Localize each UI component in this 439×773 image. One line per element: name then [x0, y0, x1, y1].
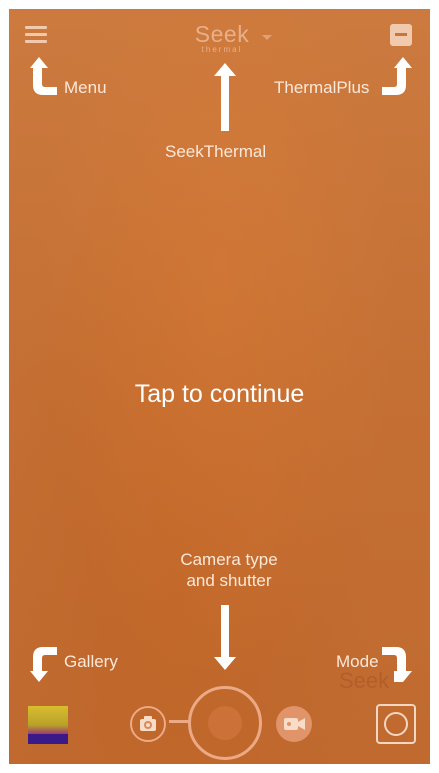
mode-hint-arrow [382, 647, 412, 682]
photo-mode-button[interactable] [130, 706, 166, 742]
camera-type-hint-line2: and shutter [186, 571, 272, 590]
gallery-hint-label: Gallery [64, 652, 118, 671]
menu-hint-label: Menu [64, 78, 107, 97]
camera-type-hint-label: Camera type and shutter [129, 549, 329, 591]
camera-type-hint-line1: Camera type [180, 550, 278, 569]
shutter-connector [169, 720, 189, 723]
mode-hint-label: Mode [336, 652, 379, 671]
tap-to-continue-label[interactable]: Tap to continue [9, 379, 430, 409]
menu-hint-arrow [30, 57, 57, 95]
gallery-hint-arrow [30, 647, 57, 682]
thermalplus-hint-arrow [382, 57, 412, 95]
thermal-camera-screen[interactable]: Seek Seek thermal Menu SeekThermal Therm… [9, 9, 430, 764]
seekthermal-hint-arrow [214, 63, 236, 131]
gallery-thumbnail[interactable] [28, 706, 68, 744]
circle-mode-icon [384, 712, 408, 736]
camera-type-hint-arrow [214, 605, 236, 670]
video-camera-icon [284, 718, 305, 730]
mode-button[interactable] [376, 704, 416, 744]
shutter-inner-circle [208, 706, 242, 740]
video-mode-button[interactable] [276, 706, 312, 742]
seekthermal-hint-label: SeekThermal [165, 142, 267, 161]
gallery-thumbnail-band [28, 734, 68, 744]
thermalplus-hint-label: ThermalPlus [274, 78, 370, 97]
camera-icon [140, 716, 156, 731]
shutter-button[interactable] [188, 686, 262, 760]
